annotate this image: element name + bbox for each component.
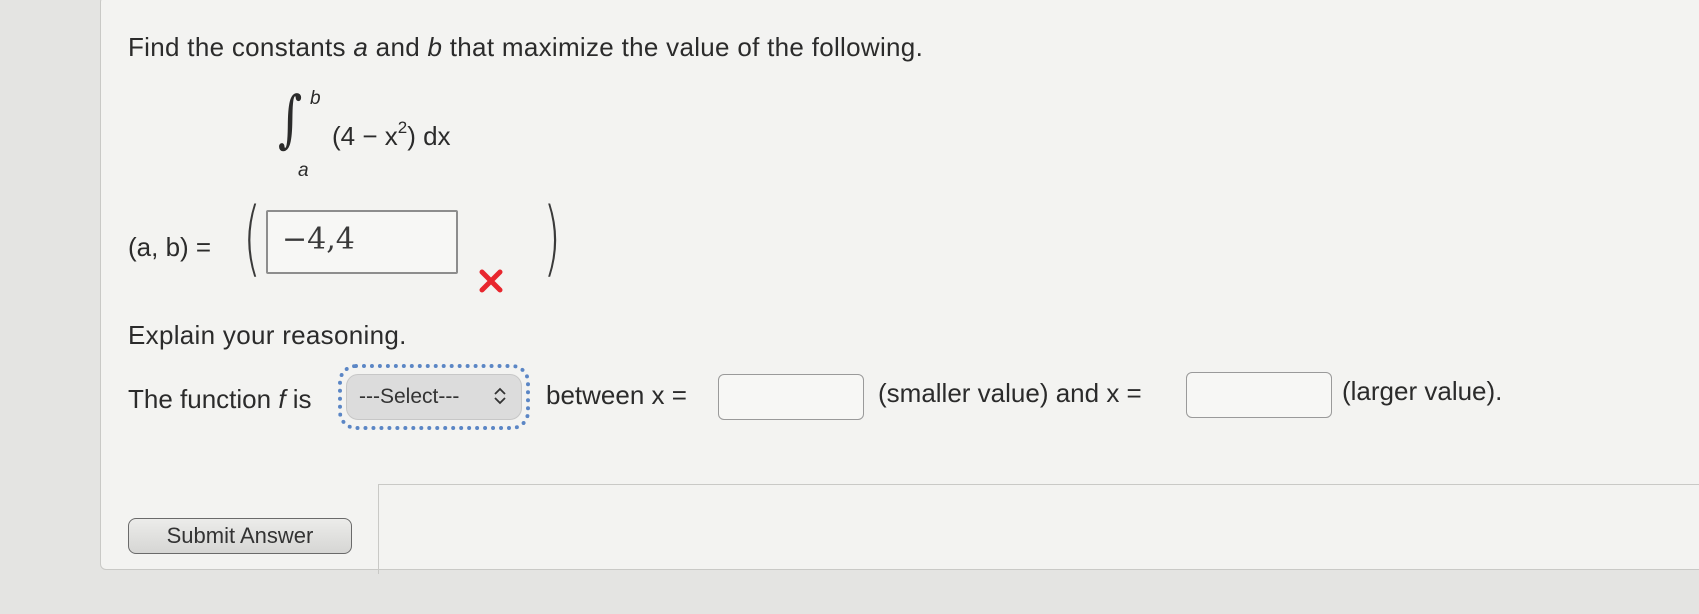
integral-lower-limit: a — [298, 160, 309, 181]
select-chevron-icon — [494, 387, 506, 405]
integral-expression: ∫ b a (4 − x2) dx — [278, 82, 498, 188]
ab-answer-input[interactable]: −4,4 — [266, 210, 458, 274]
open-paren: ( — [243, 191, 261, 286]
close-paren: ) — [543, 191, 561, 286]
answer-divider — [378, 484, 1699, 485]
sentence-var-f: f — [278, 384, 286, 414]
prompt-text-2: and — [368, 32, 428, 62]
prompt-text-1: Find the constants — [128, 32, 354, 62]
behavior-select[interactable]: ---Select--- — [346, 374, 522, 420]
integrand-exponent: 2 — [397, 118, 408, 137]
integral-upper-limit: b — [310, 88, 321, 109]
integrand-open: (4 − x — [332, 121, 398, 151]
submit-answer-button[interactable]: Submit Answer — [128, 518, 352, 554]
sentence-is: is — [285, 384, 312, 414]
integral-sign: ∫ — [278, 82, 303, 155]
integrand: (4 − x2) dx — [332, 118, 451, 152]
integrand-close: ) dx — [407, 121, 451, 151]
larger-value-text: (larger value). — [1342, 376, 1503, 406]
prompt-text-3: that maximize the value of the following… — [442, 32, 924, 62]
smaller-value-text: (smaller value) and x = — [878, 378, 1142, 408]
ab-label: (a, b) = — [128, 232, 212, 262]
sentence-start: The function — [128, 384, 279, 414]
explain-heading: Explain your reasoning. — [128, 320, 407, 350]
function-sentence: The function f is — [128, 384, 312, 415]
x-larger-input[interactable] — [1186, 372, 1332, 418]
prompt-var-b: b — [427, 32, 443, 62]
x-smaller-input[interactable] — [718, 374, 864, 420]
between-text: between x = — [546, 380, 687, 410]
incorrect-x-icon — [479, 269, 503, 293]
answer-divider-vertical — [378, 484, 379, 574]
prompt-var-a: a — [353, 32, 369, 62]
select-value: ---Select--- — [359, 385, 460, 408]
question-prompt: Find the constants a and b that maximize… — [128, 32, 923, 63]
